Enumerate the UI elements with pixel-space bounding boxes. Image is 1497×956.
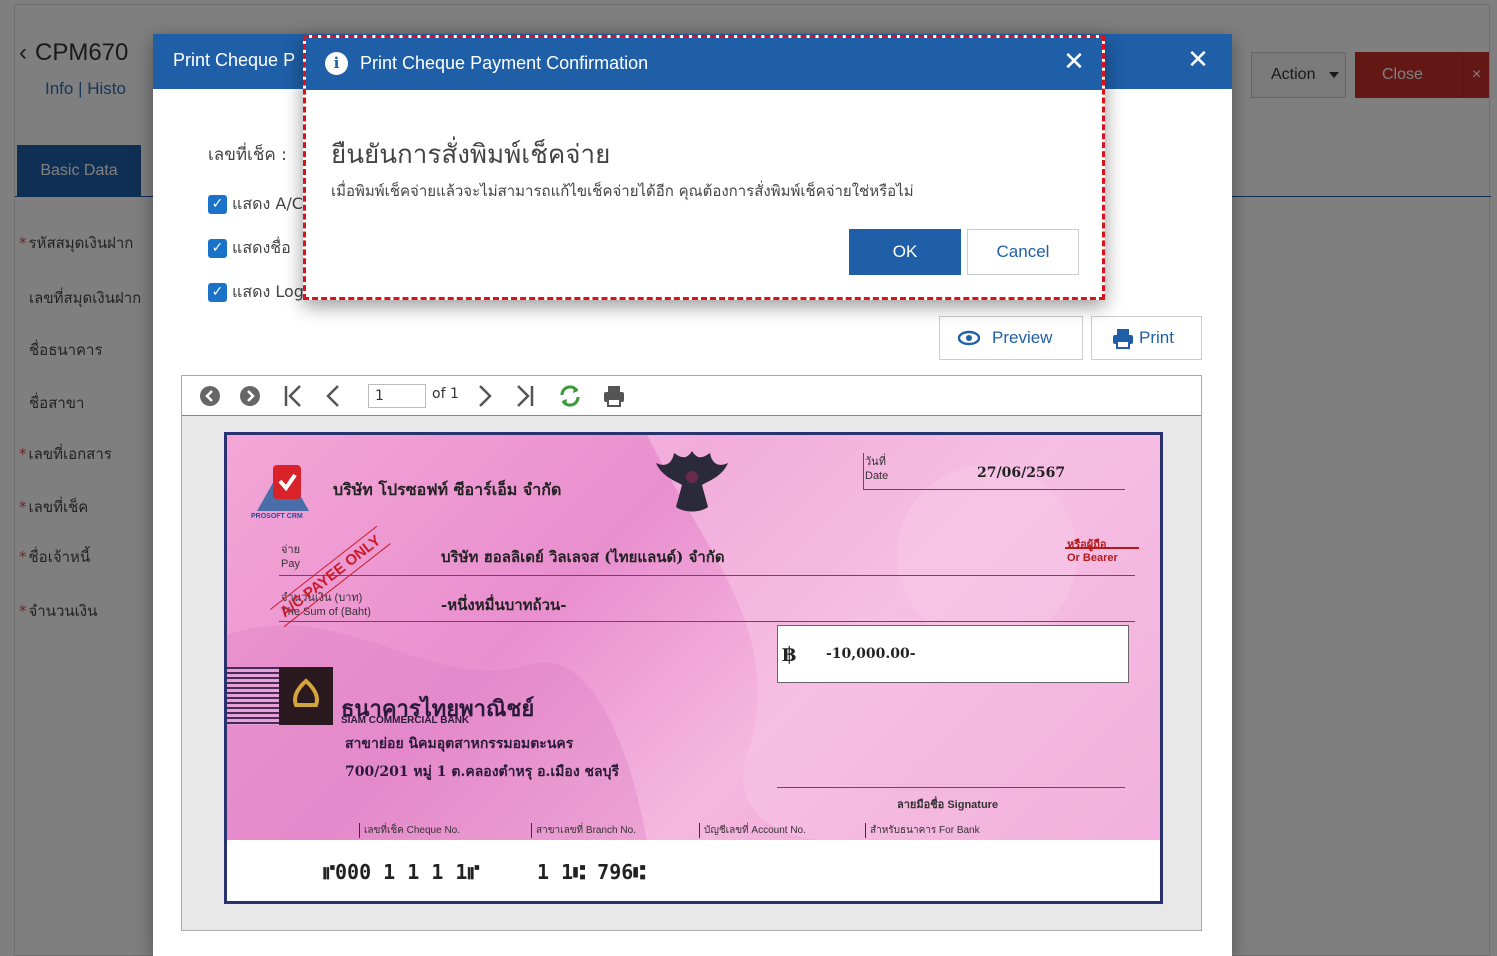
previous-page-icon[interactable]: [320, 382, 348, 410]
confirmation-message: เมื่อพิมพ์เช็คจ่ายแล้วจะไม่สามารถแก้ไขเช…: [331, 182, 914, 200]
page-number-input[interactable]: 1: [368, 384, 426, 408]
amount-box: ฿ -10,000.00-: [777, 625, 1129, 683]
page-count-label: of 1: [432, 386, 459, 402]
for-bank-caption: สำหรับธนาคาร For Bank: [865, 823, 980, 838]
show-name-checkbox[interactable]: ✓: [208, 239, 227, 258]
cheque-preview: PROSOFT CRM บริษัท โปรซอฟท์ ซีอาร์เอ็ม จ…: [224, 432, 1163, 904]
modal-title: Print Cheque P: [173, 50, 296, 70]
first-page-icon[interactable]: [280, 382, 308, 410]
scb-logo-icon: [279, 667, 333, 725]
cheque-no-caption: เลขที่เช็ค Cheque No.: [359, 823, 460, 838]
printer-icon: [1112, 317, 1134, 375]
refresh-icon[interactable]: [556, 382, 584, 410]
zoom-in-icon[interactable]: [236, 382, 264, 410]
micr-cheque-number: ⑈000 1 1 1 1⑈: [323, 860, 480, 884]
print-button[interactable]: Print: [1091, 316, 1202, 360]
date-underline: [863, 489, 1125, 490]
cheque-date: 27/06/2567: [977, 465, 1066, 481]
branch-no-caption: สาขาเลขที่ Branch No.: [531, 823, 636, 838]
show-account-label: แสดง A/C: [232, 194, 303, 213]
sum-line: [279, 621, 1135, 622]
signature-line: [777, 787, 1125, 788]
or-bearer-strike: [1065, 547, 1139, 549]
next-page-icon[interactable]: [470, 382, 498, 410]
amount-in-words: -หนึ่งหมื่นบาทถ้วน-: [441, 596, 567, 614]
print-report-icon[interactable]: [600, 382, 628, 410]
zoom-out-icon[interactable]: [196, 382, 224, 410]
show-logo-checkbox[interactable]: ✓: [208, 283, 227, 302]
pay-caption: จ่าย Pay: [281, 544, 301, 570]
micr-strip: ⑈000 1 1 1 1⑈ 1 1⑆ 796⑆: [227, 840, 1160, 901]
baht-symbol: ฿: [782, 642, 796, 666]
print-confirmation-dialog: i Print Cheque Payment Confirmation ✕ ยื…: [303, 35, 1105, 300]
cheque-number-label: เลขที่เช็ค :: [208, 145, 287, 165]
info-icon: i: [325, 52, 348, 75]
signature-caption: ลายมือชื่อ Signature: [897, 799, 999, 811]
eye-icon: [957, 317, 981, 375]
confirmation-title: Print Cheque Payment Confirmation: [360, 53, 649, 73]
confirmation-heading: ยืนยันการสั่งพิมพ์เช็คจ่าย: [331, 140, 611, 170]
bank-address: 700/201 หมู่ 1 ต.คลองตำหรุ อ.เมือง ชลบุร…: [345, 764, 620, 780]
company-name: บริษัท โปรซอฟท์ ซีอาร์เอ็ม จำกัด: [333, 480, 562, 499]
last-page-icon[interactable]: [510, 382, 538, 410]
date-divider: [863, 453, 864, 489]
preview-button[interactable]: Preview: [939, 316, 1083, 360]
or-bearer-caption: หรือผู้ถือ Or Bearer: [1067, 539, 1118, 564]
bank-name-english: SIAM COMMERCIAL BANK: [341, 715, 470, 726]
cheque-amount: -10,000.00-: [826, 646, 916, 662]
close-icon[interactable]: ✕: [1183, 46, 1213, 76]
viewer-toolbar: 1 of 1: [182, 376, 1201, 416]
bank-branch: สาขาย่อย นิคมอุตสาหกรรมอมตะนคร: [345, 736, 574, 752]
date-caption: วันที่ Date: [865, 456, 889, 482]
ok-button[interactable]: OK: [849, 229, 961, 275]
show-account-checkbox[interactable]: ✓: [208, 195, 227, 214]
account-no-caption: บัญชีเลขที่ Account No.: [699, 823, 806, 838]
prosoft-logo: PROSOFT CRM: [251, 461, 313, 521]
cancel-button[interactable]: Cancel: [967, 229, 1079, 275]
show-name-label: แสดงชื่อ: [232, 238, 291, 257]
close-icon[interactable]: ✕: [1059, 48, 1089, 78]
confirmation-header: i Print Cheque Payment Confirmation ✕: [306, 38, 1102, 90]
show-logo-label: แสดง Log: [232, 282, 304, 301]
report-viewer: 1 of 1 PROSOFT CRM บริษัท โปรซอฟท์ ซีอาร…: [181, 375, 1202, 931]
pay-line: [279, 575, 1135, 576]
logo-text: PROSOFT CRM: [251, 513, 303, 520]
garuda-emblem-icon: [652, 447, 732, 521]
micr-branch-number: 1 1⑆ 796⑆: [537, 860, 646, 884]
payee-name: บริษัท ฮอลลิเดย์ วิลเลจส (ไทยแลนด์) จำกั…: [441, 548, 725, 566]
